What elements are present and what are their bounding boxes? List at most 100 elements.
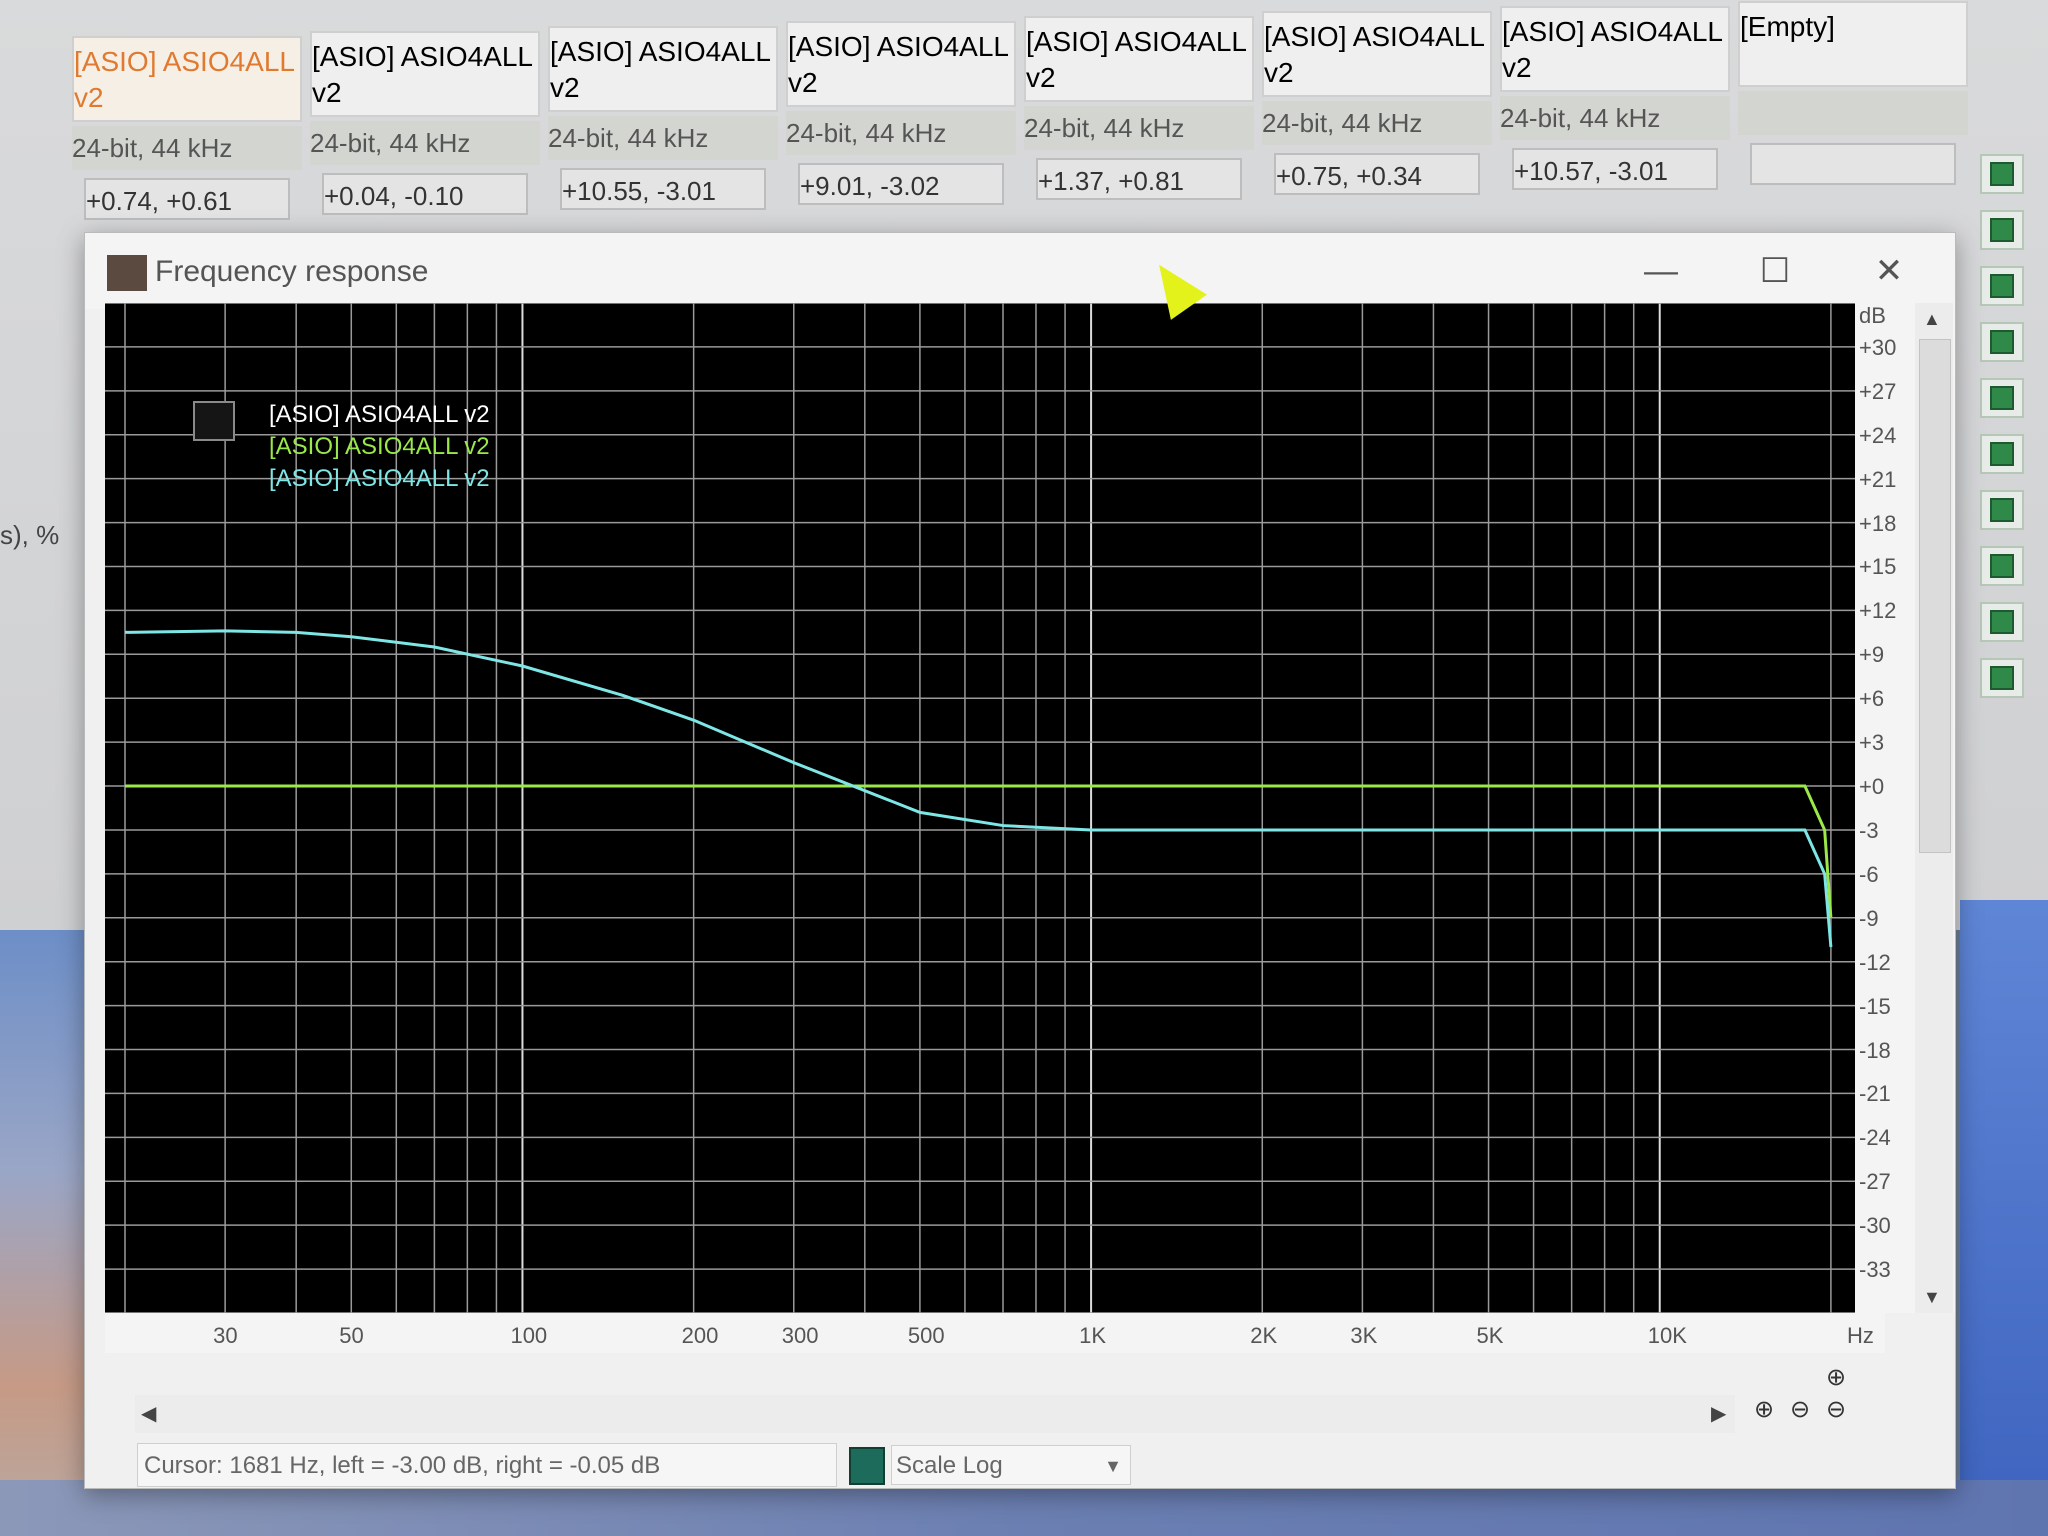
spectrum-icon	[1990, 442, 2014, 466]
minimize-button[interactable]: —	[1631, 247, 1691, 295]
y-tick-label: +12	[1859, 598, 1897, 624]
x-tick-label: 50	[339, 1323, 364, 1348]
y-tick-label: -30	[1859, 1213, 1891, 1239]
legend-entry: [ASIO] ASIO4ALL v2	[269, 401, 490, 428]
y-tick-label: -12	[1859, 949, 1891, 975]
spectrum-button[interactable]	[1980, 602, 2024, 642]
scale-select[interactable]: Scale Log ▼	[891, 1445, 1131, 1485]
y-tick-label: +27	[1859, 378, 1897, 404]
device-tab[interactable]: [ASIO] ASIO4ALL v2	[1262, 11, 1492, 97]
scroll-down-icon[interactable]: ▼	[1923, 1287, 1941, 1308]
window-title: Frequency response	[155, 255, 429, 288]
zoom-reset-icon[interactable]: ⊖	[1821, 1395, 1851, 1425]
side-partial-text: s), %	[0, 520, 60, 550]
device-tab[interactable]: [Empty]	[1738, 1, 1968, 87]
x-axis: 30 50 100 200 300 500 1K 2K 3K 5K 10K Hz	[105, 1313, 1885, 1353]
y-tick-label: -27	[1859, 1169, 1891, 1195]
spectrum-button[interactable]	[1980, 266, 2024, 306]
y-tick-label: -24	[1859, 1125, 1891, 1151]
series-line-1	[124, 629, 1833, 948]
y-tick-label: -18	[1859, 1037, 1891, 1063]
vertical-scrollbar[interactable]: ▲ ▼	[1915, 303, 1953, 1313]
x-tick-label: 2K	[1250, 1323, 1278, 1348]
device-tab[interactable]: [ASIO] ASIO4ALL v2	[310, 31, 540, 117]
x-tick-label: 500	[907, 1323, 945, 1348]
x-tick-label: 10K	[1647, 1323, 1687, 1348]
scroll-right-icon[interactable]: ▶	[1711, 1401, 1726, 1426]
zoom-fit-icon[interactable]: ⊕	[1821, 1363, 1851, 1393]
x-tick-label: 3K	[1350, 1323, 1378, 1348]
y-tick-label: -33	[1859, 1257, 1891, 1283]
scroll-up-icon[interactable]: ▲	[1923, 309, 1941, 330]
y-tick-label: -15	[1859, 993, 1891, 1019]
zoom-out-icon[interactable]: ⊖	[1785, 1395, 1815, 1425]
x-tick-label: 200	[681, 1323, 719, 1348]
chevron-down-icon[interactable]: ▼	[1104, 1446, 1122, 1486]
y-tick-label: -6	[1859, 861, 1879, 887]
device-levels: +10.57, -3.01	[1512, 148, 1718, 190]
device-format: 24-bit, 44 kHz	[786, 111, 1016, 155]
spectrum-button[interactable]	[1980, 434, 2024, 474]
vertical-scroll-thumb[interactable]	[1919, 339, 1951, 853]
spectrum-button[interactable]	[1980, 322, 2024, 362]
spectrum-button[interactable]	[1980, 658, 2024, 698]
scale-select-value: Scale Log	[896, 1452, 1003, 1479]
y-tick-label: +18	[1859, 510, 1897, 536]
series-line-0	[125, 784, 1833, 918]
device-format	[1738, 91, 1968, 135]
device-levels: +0.74, +0.61	[84, 178, 290, 220]
y-tick-label: +30	[1859, 334, 1897, 360]
x-tick-label: 100	[510, 1323, 548, 1348]
device-levels	[1750, 143, 1956, 185]
spectrum-icon	[1990, 610, 2014, 634]
x-tick-label: 1K	[1079, 1323, 1106, 1348]
device-levels: +1.37, +0.81	[1036, 158, 1242, 200]
device-format: 24-bit, 44 kHz	[72, 126, 302, 170]
spectrum-icon	[1990, 386, 2014, 410]
device-levels: +0.75, +0.34	[1274, 153, 1480, 195]
device-tab[interactable]: [ASIO] ASIO4ALL v2	[1024, 16, 1254, 102]
zoom-in-icon[interactable]: ⊕	[1749, 1395, 1779, 1425]
device-tab[interactable]: [ASIO] ASIO4ALL v2	[548, 26, 778, 112]
maximize-button[interactable]: ☐	[1745, 247, 1805, 295]
y-tick-label: +24	[1859, 422, 1897, 448]
y-tick-label: +9	[1859, 642, 1885, 668]
device-format: 24-bit, 44 kHz	[1262, 101, 1492, 145]
frequency-plot[interactable]: [ASIO] ASIO4ALL v2 [ASIO] ASIO4ALL v2 [A…	[105, 303, 1885, 1313]
spectrum-button[interactable]	[1980, 210, 2024, 250]
spectrum-icon	[1990, 330, 2014, 354]
device-levels: +10.55, -3.01	[560, 168, 766, 210]
spectrum-button[interactable]	[1980, 490, 2024, 530]
title-bar[interactable]: Frequency response — ☐ ✕	[85, 233, 1955, 309]
device-format: 24-bit, 44 kHz	[310, 121, 540, 165]
y-tick-label: +3	[1859, 730, 1885, 756]
y-tick-label: -21	[1859, 1081, 1891, 1107]
x-axis-unit: Hz	[1847, 1323, 1874, 1348]
y-tick-label: +6	[1859, 686, 1885, 712]
device-tab[interactable]: [ASIO] ASIO4ALL v2	[786, 21, 1016, 107]
device-levels: +0.04, -0.10	[322, 173, 528, 215]
spectrum-button[interactable]	[1980, 546, 2024, 586]
device-tab[interactable]: [ASIO] ASIO4ALL v2	[1500, 6, 1730, 92]
device-tab[interactable]: [ASIO] ASIO4ALL v2	[72, 36, 302, 122]
scroll-left-icon[interactable]: ◀	[141, 1401, 156, 1426]
frequency-response-window: Frequency response — ☐ ✕ [ASIO] ASIO4ALL…	[84, 232, 1956, 1489]
spectrum-button[interactable]	[1980, 154, 2024, 194]
device-format: 24-bit, 44 kHz	[1024, 106, 1254, 150]
legend-entry: [ASIO] ASIO4ALL v2	[269, 433, 490, 460]
spectrum-button[interactable]	[1980, 378, 2024, 418]
spectrum-icon	[1990, 666, 2014, 690]
close-button[interactable]: ✕	[1859, 247, 1919, 295]
y-tick-label: +15	[1859, 554, 1897, 580]
spectrum-icon	[1990, 274, 2014, 298]
y-axis-unit: dB	[1859, 303, 1886, 328]
y-tick-label: -3	[1859, 817, 1879, 843]
x-tick-label: 30	[213, 1323, 238, 1348]
save-icon[interactable]	[849, 1447, 885, 1485]
cursor-readout: Cursor: 1681 Hz, left = -3.00 dB, right …	[137, 1443, 837, 1487]
legend-entry: [ASIO] ASIO4ALL v2	[269, 465, 490, 492]
spectrum-icon	[193, 401, 235, 441]
horizontal-scrollbar[interactable]: ◀ ▶	[135, 1395, 1735, 1433]
spectrum-icon	[1990, 162, 2014, 186]
y-tick-label: +0	[1859, 774, 1885, 800]
